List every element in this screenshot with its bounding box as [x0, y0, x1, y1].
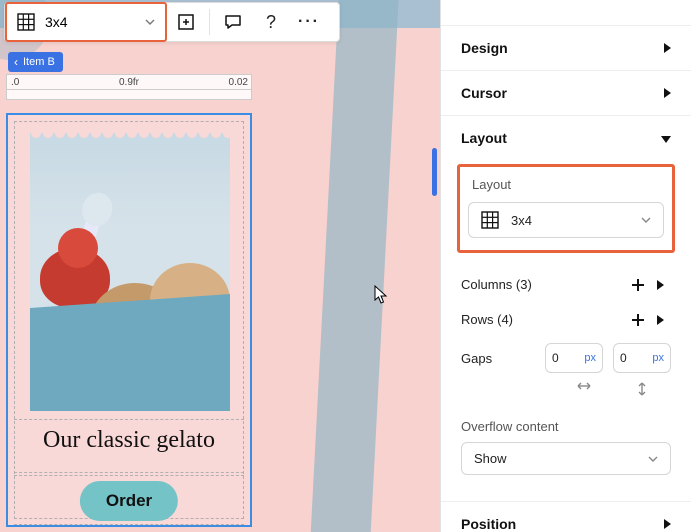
canvas-scrollbar[interactable] [432, 148, 437, 196]
panel-section [441, 0, 691, 26]
product-caption[interactable]: Our classic gelato [8, 427, 250, 454]
chevron-down-icon [641, 215, 651, 225]
section-title: Layout [461, 130, 507, 146]
columns-expand-button[interactable] [649, 280, 671, 290]
inspector-panel: Design Cursor Layout Layout [440, 0, 691, 532]
ruler-tick: 0.9fr [119, 77, 139, 88]
gap-h-unit[interactable]: px [584, 352, 596, 364]
section-cursor[interactable]: Cursor [441, 71, 691, 116]
columns-row: Columns (3) [457, 267, 675, 302]
column-ruler[interactable]: .0 0.9fr 0.02 [6, 74, 252, 100]
focus-element-button[interactable] [167, 3, 205, 41]
breadcrumb-label: Item B [23, 56, 55, 68]
section-title: Position [461, 516, 516, 532]
grid-icon [17, 13, 35, 31]
overflow-label: Overflow content [457, 411, 675, 442]
section-title: Cursor [461, 85, 507, 101]
gap-horizontal-input[interactable]: 0 px [545, 343, 603, 373]
order-button[interactable]: Order [80, 481, 178, 521]
rows-expand-button[interactable] [649, 315, 671, 325]
canvas: 3x4 ? ··· Item B .0 0.9fr 0.02 [0, 0, 440, 532]
layout-grid-dropdown[interactable]: 3x4 [468, 202, 664, 238]
selected-grid-item[interactable]: Our classic gelato Order [6, 113, 252, 527]
layout-grid-value: 3x4 [511, 213, 532, 228]
gaps-row: Gaps 0 px 0 px [457, 337, 675, 377]
ruler-tick: .0 [11, 77, 19, 88]
chevron-down-icon [145, 17, 155, 27]
section-layout-header[interactable]: Layout [441, 116, 691, 160]
gap-horizontal-icon [555, 381, 613, 397]
more-button[interactable]: ··· [290, 3, 328, 41]
breadcrumb[interactable]: Item B [8, 52, 63, 72]
canvas-bg [309, 0, 400, 532]
chevron-down-icon [661, 130, 671, 146]
grid-icon [481, 211, 499, 229]
add-row-button[interactable] [627, 313, 649, 327]
chevron-right-icon [664, 40, 671, 56]
section-design[interactable]: Design [441, 26, 691, 71]
floating-toolbar: 3x4 ? ··· [4, 2, 340, 42]
ruler-bar [7, 89, 251, 99]
grid-size-dropdown[interactable]: 3x4 [5, 2, 167, 42]
section-title: Design [461, 40, 508, 56]
cursor-icon [374, 285, 388, 305]
gap-h-value: 0 [552, 351, 584, 365]
product-image[interactable] [30, 133, 230, 411]
chevron-right-icon [664, 516, 671, 532]
columns-label: Columns (3) [461, 277, 627, 292]
ruler-tick: 0.02 [229, 77, 248, 88]
gap-vertical-input[interactable]: 0 px [613, 343, 671, 373]
separator [209, 9, 210, 35]
section-position[interactable]: Position [441, 502, 691, 532]
gap-v-value: 0 [620, 351, 652, 365]
grid-size-value: 3x4 [45, 14, 68, 30]
layout-label: Layout [472, 177, 664, 192]
layout-highlight: Layout 3x4 [457, 164, 675, 253]
chevron-down-icon [648, 454, 658, 464]
rows-label: Rows (4) [461, 312, 627, 327]
gap-v-unit[interactable]: px [652, 352, 664, 364]
overflow-dropdown[interactable]: Show [461, 442, 671, 475]
help-button[interactable]: ? [252, 3, 290, 41]
rows-row: Rows (4) [457, 302, 675, 337]
add-column-button[interactable] [627, 278, 649, 292]
gap-vertical-icon [613, 381, 671, 397]
overflow-value: Show [474, 451, 507, 466]
comment-button[interactable] [214, 3, 252, 41]
gaps-label: Gaps [461, 351, 535, 366]
section-layout: Layout Layout 3x4 [441, 116, 691, 502]
chevron-right-icon [664, 85, 671, 101]
